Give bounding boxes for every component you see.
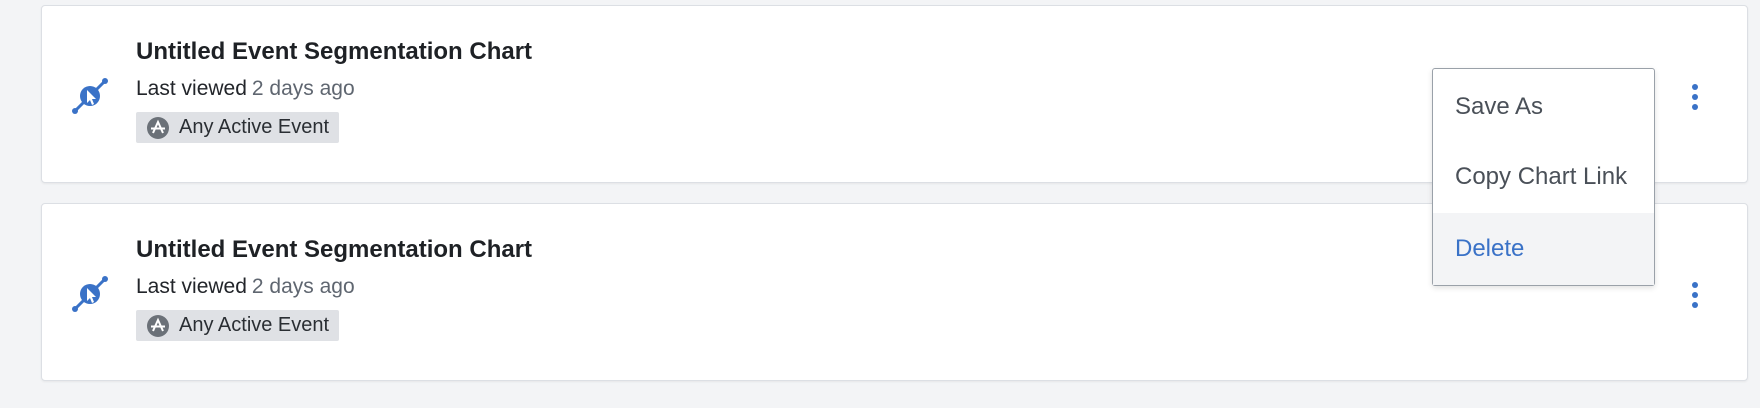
- menu-item-save-as[interactable]: Save As: [1433, 69, 1654, 141]
- last-viewed-label: Last viewed: [136, 275, 247, 298]
- more-options-button[interactable]: [1685, 278, 1705, 312]
- dot: [1692, 94, 1698, 100]
- menu-item-copy-chart-link[interactable]: Copy Chart Link: [1433, 141, 1654, 213]
- dot: [1692, 84, 1698, 90]
- event-tag-label: Any Active Event: [179, 116, 330, 138]
- dot: [1692, 282, 1698, 288]
- any-event-icon: [147, 314, 169, 337]
- dot: [1692, 292, 1698, 298]
- more-options-button[interactable]: [1685, 80, 1705, 114]
- segmentation-chart-icon: [72, 276, 108, 312]
- chart-options-menu: Save As Copy Chart Link Delete: [1432, 68, 1655, 286]
- chart-title[interactable]: Untitled Event Segmentation Chart: [136, 36, 532, 68]
- chart-title[interactable]: Untitled Event Segmentation Chart: [136, 234, 532, 266]
- event-tag: Any Active Event: [136, 112, 340, 143]
- event-tag-label: Any Active Event: [179, 314, 330, 336]
- last-viewed-label: Last viewed: [136, 77, 247, 100]
- menu-item-delete[interactable]: Delete: [1433, 213, 1654, 285]
- last-viewed-value: 2 days ago: [251, 275, 355, 298]
- last-viewed: Last viewed 2 days ago: [136, 75, 532, 103]
- last-viewed-value: 2 days ago: [251, 77, 355, 100]
- last-viewed: Last viewed 2 days ago: [136, 273, 532, 301]
- event-tag: Any Active Event: [136, 310, 340, 341]
- segmentation-chart-icon: [72, 78, 108, 114]
- dot: [1692, 104, 1698, 110]
- any-event-icon: [147, 116, 169, 139]
- dot: [1692, 302, 1698, 308]
